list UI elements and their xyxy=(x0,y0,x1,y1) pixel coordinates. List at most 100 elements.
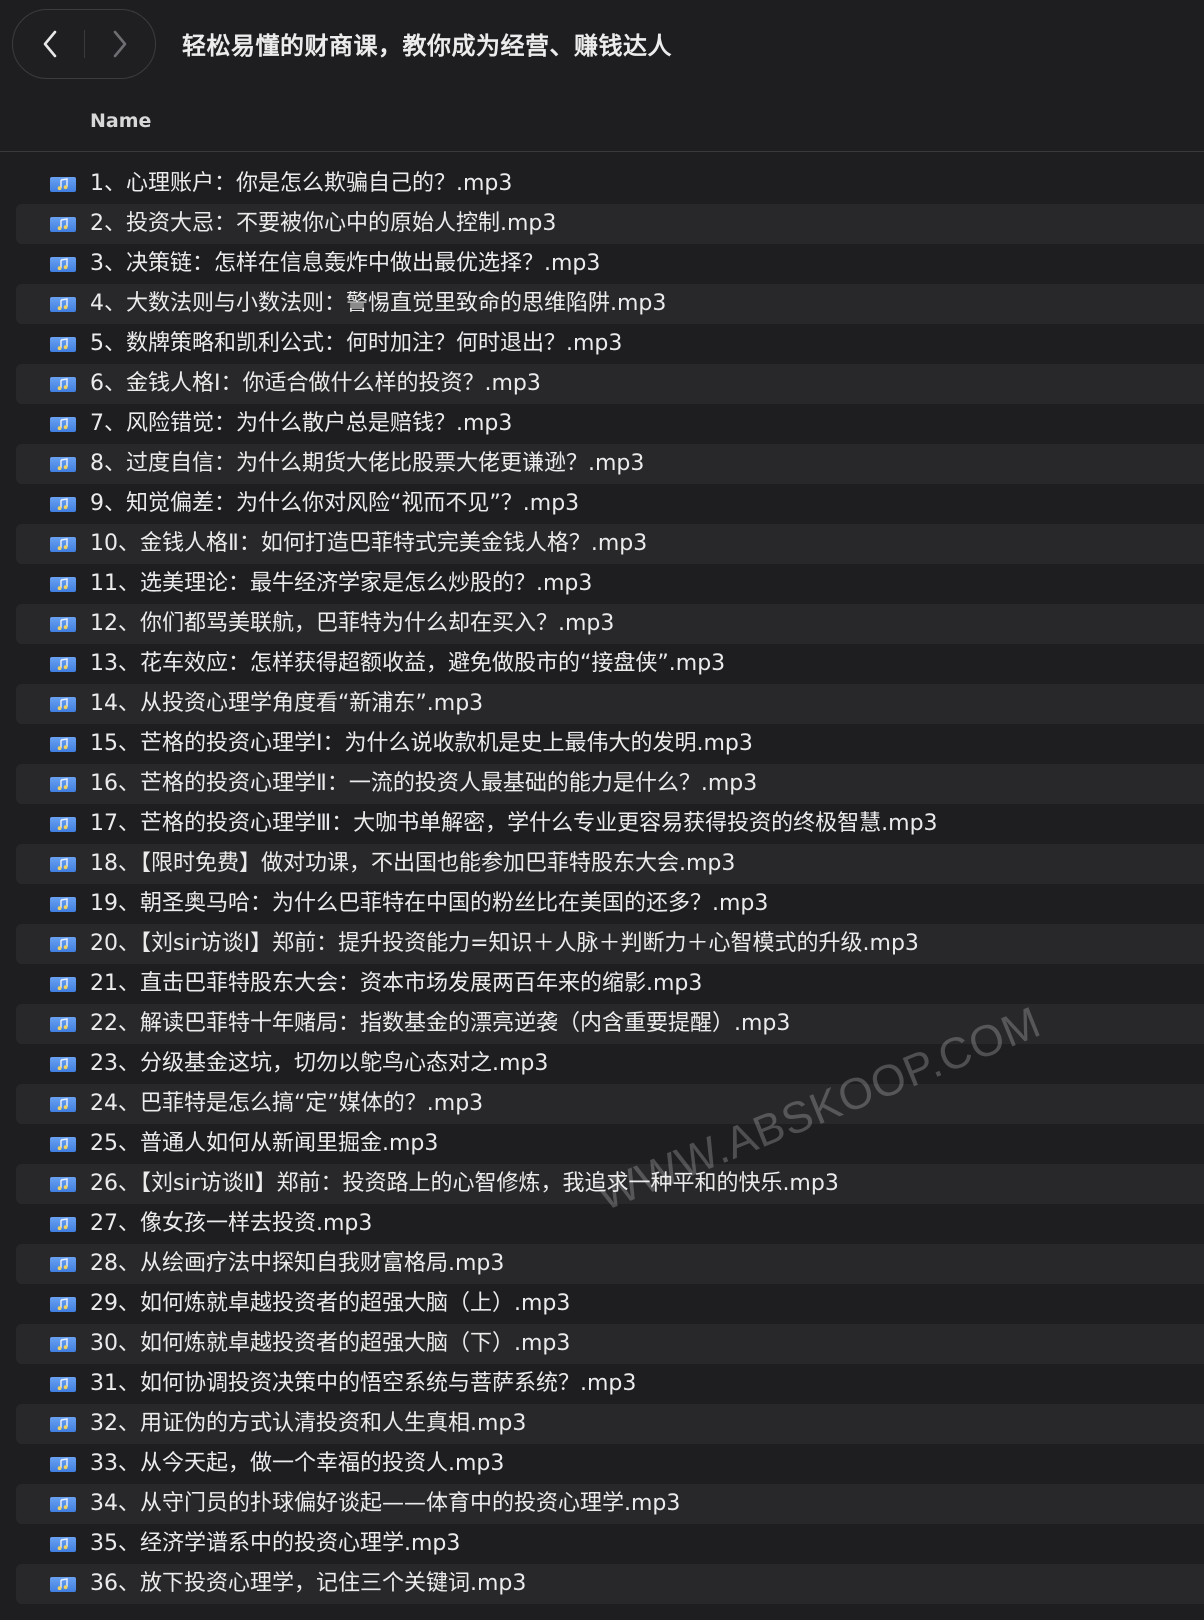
audio-file-icon xyxy=(50,1537,76,1552)
file-name: 12、你们都骂美联航，巴菲特为什么却在买入？.mp3 xyxy=(90,611,615,636)
audio-file-icon xyxy=(50,617,76,632)
file-row[interactable]: 11、选美理论：最牛经济学家是怎么炒股的？.mp3 xyxy=(16,564,1204,604)
back-button[interactable] xyxy=(15,10,85,78)
file-row[interactable]: 6、金钱人格Ⅰ：你适合做什么样的投资？.mp3 xyxy=(16,364,1204,404)
file-name: 22、解读巴菲特十年赌局：指数基金的漂亮逆袭（内含重要提醒）.mp3 xyxy=(90,1011,791,1036)
file-row[interactable]: 28、从绘画疗法中探知自我财富格局.mp3 xyxy=(16,1244,1204,1284)
file-row[interactable]: 5、数牌策略和凯利公式：何时加注？何时退出？.mp3 xyxy=(16,324,1204,364)
file-row[interactable]: 34、从守门员的扑球偏好谈起——体育中的投资心理学.mp3 xyxy=(16,1484,1204,1524)
file-name: 25、普通人如何从新闻里掘金.mp3 xyxy=(90,1131,439,1156)
audio-file-icon xyxy=(50,857,76,872)
file-row[interactable]: 7、风险错觉：为什么散户总是赔钱？.mp3 xyxy=(16,404,1204,444)
file-name: 32、用证伪的方式认清投资和人生真相.mp3 xyxy=(90,1411,527,1436)
column-header-row: Name xyxy=(0,92,1204,152)
file-name: 36、放下投资心理学，记住三个关键词.mp3 xyxy=(90,1571,527,1596)
window-title: 轻松易懂的财商课，教你成为经营、赚钱达人 xyxy=(182,32,672,60)
audio-file-icon xyxy=(50,577,76,592)
file-name: 10、金钱人格Ⅱ：如何打造巴菲特式完美金钱人格？.mp3 xyxy=(90,531,648,556)
audio-file-icon xyxy=(50,177,76,192)
toolbar: 轻松易懂的财商课，教你成为经营、赚钱达人 xyxy=(0,0,1204,92)
chevron-right-icon xyxy=(113,30,127,58)
file-row[interactable]: 32、用证伪的方式认清投资和人生真相.mp3 xyxy=(16,1404,1204,1444)
file-row[interactable]: 4、大数法则与小数法则：警惕直觉里致命的思维陷阱.mp3 xyxy=(16,284,1204,324)
file-row[interactable]: 14、从投资心理学角度看“新浦东”.mp3 xyxy=(16,684,1204,724)
file-name: 5、数牌策略和凯利公式：何时加注？何时退出？.mp3 xyxy=(90,331,623,356)
file-name: 9、知觉偏差：为什么你对风险“视而不见”？.mp3 xyxy=(90,491,580,516)
file-name: 14、从投资心理学角度看“新浦东”.mp3 xyxy=(90,691,484,716)
audio-file-icon xyxy=(50,1377,76,1392)
file-row[interactable]: 23、分级基金这坑，切勿以鸵鸟心态对之.mp3 xyxy=(16,1044,1204,1084)
file-row[interactable]: 9、知觉偏差：为什么你对风险“视而不见”？.mp3 xyxy=(16,484,1204,524)
file-row[interactable]: 24、巴菲特是怎么搞“定”媒体的？.mp3 xyxy=(16,1084,1204,1124)
file-row[interactable]: 33、从今天起，做一个幸福的投资人.mp3 xyxy=(16,1444,1204,1484)
audio-file-icon xyxy=(50,977,76,992)
audio-file-icon xyxy=(50,1577,76,1592)
file-list: 1、心理账户：你是怎么欺骗自己的？.mp3 2、投资大忌：不要被你心中的原始人控制… xyxy=(16,164,1204,1604)
file-row[interactable]: 30、如何炼就卓越投资者的超强大脑（下）.mp3 xyxy=(16,1324,1204,1364)
file-row[interactable]: 17、芒格的投资心理学Ⅲ：大咖书单解密，学什么专业更容易获得投资的终极智慧.mp… xyxy=(16,804,1204,844)
file-name: 21、直击巴菲特股东大会：资本市场发展两百年来的缩影.mp3 xyxy=(90,971,703,996)
file-row[interactable]: 36、放下投资心理学，记住三个关键词.mp3 xyxy=(16,1564,1204,1604)
file-name: 26、【刘sir访谈Ⅱ】郑前：投资路上的心智修炼，我追求一种平和的快乐.mp3 xyxy=(90,1171,839,1196)
audio-file-icon xyxy=(50,457,76,472)
file-name: 17、芒格的投资心理学Ⅲ：大咖书单解密，学什么专业更容易获得投资的终极智慧.mp… xyxy=(90,811,938,836)
file-name: 19、朝圣奥马哈：为什么巴菲特在中国的粉丝比在美国的还多？.mp3 xyxy=(90,891,769,916)
file-row[interactable]: 21、直击巴菲特股东大会：资本市场发展两百年来的缩影.mp3 xyxy=(16,964,1204,1004)
audio-file-icon xyxy=(50,1097,76,1112)
file-row[interactable]: 20、【刘sir访谈Ⅰ】郑前：提升投资能力=知识＋人脉＋判断力＋心智模式的升级.… xyxy=(16,924,1204,964)
audio-file-icon xyxy=(50,1457,76,1472)
file-name: 28、从绘画疗法中探知自我财富格局.mp3 xyxy=(90,1251,505,1276)
audio-file-icon xyxy=(50,1257,76,1272)
audio-file-icon xyxy=(50,697,76,712)
file-name: 31、如何协调投资决策中的悟空系统与菩萨系统？.mp3 xyxy=(90,1371,637,1396)
file-name: 34、从守门员的扑球偏好谈起——体育中的投资心理学.mp3 xyxy=(90,1491,681,1516)
audio-file-icon xyxy=(50,777,76,792)
file-row[interactable]: 2、投资大忌：不要被你心中的原始人控制.mp3 xyxy=(16,204,1204,244)
file-name: 7、风险错觉：为什么散户总是赔钱？.mp3 xyxy=(90,411,513,436)
file-row[interactable]: 13、花车效应：怎样获得超额收益，避免做股市的“接盘侠”.mp3 xyxy=(16,644,1204,684)
audio-file-icon xyxy=(50,937,76,952)
file-name: 13、花车效应：怎样获得超额收益，避免做股市的“接盘侠”.mp3 xyxy=(90,651,726,676)
audio-file-icon xyxy=(50,1057,76,1072)
file-name: 2、投资大忌：不要被你心中的原始人控制.mp3 xyxy=(90,211,557,236)
audio-file-icon xyxy=(50,1497,76,1512)
audio-file-icon xyxy=(50,497,76,512)
file-row[interactable]: 27、像女孩一样去投资.mp3 xyxy=(16,1204,1204,1244)
file-row[interactable]: 10、金钱人格Ⅱ：如何打造巴菲特式完美金钱人格？.mp3 xyxy=(16,524,1204,564)
file-row[interactable]: 15、芒格的投资心理学Ⅰ：为什么说收款机是史上最伟大的发明.mp3 xyxy=(16,724,1204,764)
audio-file-icon xyxy=(50,1337,76,1352)
file-row[interactable]: 26、【刘sir访谈Ⅱ】郑前：投资路上的心智修炼，我追求一种平和的快乐.mp3 xyxy=(16,1164,1204,1204)
file-row[interactable]: 25、普通人如何从新闻里掘金.mp3 xyxy=(16,1124,1204,1164)
audio-file-icon xyxy=(50,1137,76,1152)
file-row[interactable]: 16、芒格的投资心理学Ⅱ：一流的投资人最基础的能力是什么？.mp3 xyxy=(16,764,1204,804)
audio-file-icon xyxy=(50,1297,76,1312)
audio-file-icon xyxy=(50,377,76,392)
file-name: 33、从今天起，做一个幸福的投资人.mp3 xyxy=(90,1451,505,1476)
file-name: 15、芒格的投资心理学Ⅰ：为什么说收款机是史上最伟大的发明.mp3 xyxy=(90,731,753,756)
file-row[interactable]: 19、朝圣奥马哈：为什么巴菲特在中国的粉丝比在美国的还多？.mp3 xyxy=(16,884,1204,924)
file-row[interactable]: 12、你们都骂美联航，巴菲特为什么却在买入？.mp3 xyxy=(16,604,1204,644)
file-row[interactable]: 3、决策链：怎样在信息轰炸中做出最优选择？.mp3 xyxy=(16,244,1204,284)
audio-file-icon xyxy=(50,297,76,312)
file-name: 3、决策链：怎样在信息轰炸中做出最优选择？.mp3 xyxy=(90,251,601,276)
audio-file-icon xyxy=(50,257,76,272)
file-row[interactable]: 22、解读巴菲特十年赌局：指数基金的漂亮逆袭（内含重要提醒）.mp3 xyxy=(16,1004,1204,1044)
file-name: 1、心理账户：你是怎么欺骗自己的？.mp3 xyxy=(90,171,513,196)
file-name: 18、【限时免费】做对功课，不出国也能参加巴菲特股东大会.mp3 xyxy=(90,851,736,876)
file-row[interactable]: 31、如何协调投资决策中的悟空系统与菩萨系统？.mp3 xyxy=(16,1364,1204,1404)
chevron-left-icon xyxy=(43,30,57,58)
file-name: 29、如何炼就卓越投资者的超强大脑（上）.mp3 xyxy=(90,1291,571,1316)
file-name: 4、大数法则与小数法则：警惕直觉里致命的思维陷阱.mp3 xyxy=(90,291,667,316)
audio-file-icon xyxy=(50,737,76,752)
file-row[interactable]: 8、过度自信：为什么期货大佬比股票大佬更谦逊？.mp3 xyxy=(16,444,1204,484)
audio-file-icon xyxy=(50,337,76,352)
audio-file-icon xyxy=(50,417,76,432)
audio-file-icon xyxy=(50,817,76,832)
file-row[interactable]: 18、【限时免费】做对功课，不出国也能参加巴菲特股东大会.mp3 xyxy=(16,844,1204,884)
forward-button[interactable] xyxy=(85,10,155,78)
column-header-name[interactable]: Name xyxy=(90,110,151,132)
file-row[interactable]: 35、经济学谱系中的投资心理学.mp3 xyxy=(16,1524,1204,1564)
file-name: 20、【刘sir访谈Ⅰ】郑前：提升投资能力=知识＋人脉＋判断力＋心智模式的升级.… xyxy=(90,931,919,956)
file-row[interactable]: 29、如何炼就卓越投资者的超强大脑（上）.mp3 xyxy=(16,1284,1204,1324)
file-row[interactable]: 1、心理账户：你是怎么欺骗自己的？.mp3 xyxy=(16,164,1204,204)
